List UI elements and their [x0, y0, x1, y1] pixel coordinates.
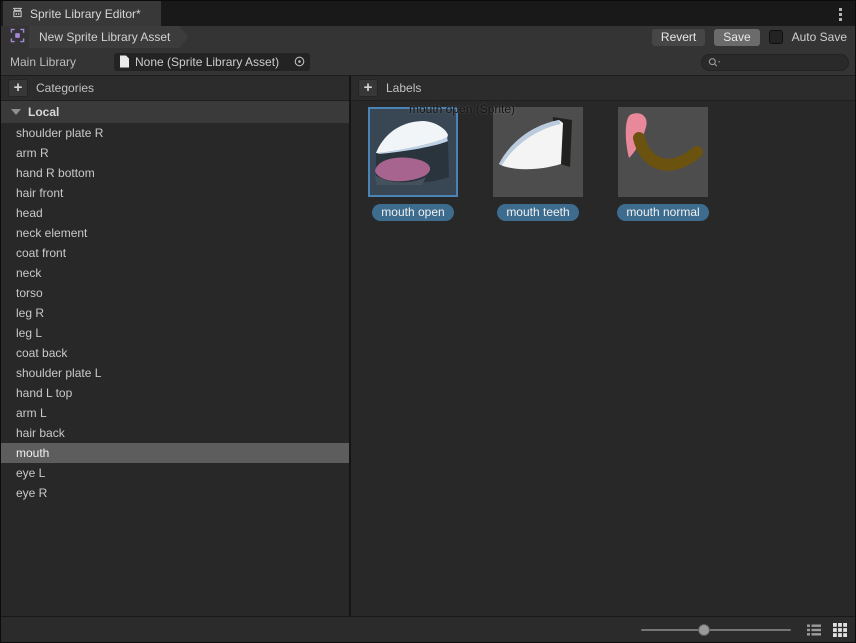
category-item-coat-front[interactable]: coat front: [1, 243, 349, 263]
labels-panel: + Labels mouth open mouth teeth mouth no…: [351, 76, 855, 616]
category-item-torso[interactable]: torso: [1, 283, 349, 303]
search-icon: [708, 57, 721, 68]
category-item-neck-element[interactable]: neck element: [1, 223, 349, 243]
category-item-eye-R[interactable]: eye R: [1, 483, 349, 503]
category-item-shoulder-plate-R[interactable]: shoulder plate R: [1, 123, 349, 143]
sprite-library-editor-window: Sprite Library Editor* New Sprite Librar…: [0, 0, 856, 643]
category-item-leg-L[interactable]: leg L: [1, 323, 349, 343]
content: + Categories Local shoulder plate Rarm R…: [1, 76, 855, 616]
toolbar: New Sprite Library Asset Revert Save Aut…: [1, 26, 855, 48]
sprite-library-icon: [11, 6, 24, 22]
auto-save-label: Auto Save: [791, 30, 847, 44]
category-item-hair-back[interactable]: hair back: [1, 423, 349, 443]
sprite-thumbnail-mouth-normal[interactable]: [618, 107, 708, 197]
label-grid: mouth open mouth teeth mouth normal: [351, 101, 855, 221]
window-menu-kebab-icon[interactable]: [833, 5, 847, 23]
labels-header-label: Labels: [386, 81, 422, 95]
sprite-thumbnail-mouth-open[interactable]: [368, 107, 458, 197]
category-item-coat-back[interactable]: coat back: [1, 343, 349, 363]
categories-header-label: Categories: [36, 81, 95, 95]
category-item-arm-L[interactable]: arm L: [1, 403, 349, 423]
search-input[interactable]: [721, 56, 842, 69]
label-item-mouth-normal[interactable]: mouth normal: [617, 107, 709, 221]
labels-header: + Labels: [351, 76, 855, 101]
label-pill[interactable]: mouth teeth: [497, 204, 579, 221]
toolbar-actions: Revert Save Auto Save: [651, 26, 847, 48]
local-group-foldout[interactable]: Local: [1, 101, 349, 123]
tab-bar: Sprite Library Editor*: [1, 1, 855, 26]
category-list: shoulder plate Rarm Rhand R bottom hair f…: [1, 123, 349, 616]
list-view-icon[interactable]: [805, 621, 822, 638]
tab-sprite-library-editor[interactable]: Sprite Library Editor*: [3, 1, 161, 26]
add-category-button[interactable]: +: [8, 79, 28, 97]
file-icon: [119, 55, 130, 68]
sprite-library-asset-icon: [10, 28, 25, 46]
foldout-arrow-icon: [11, 109, 21, 115]
category-item-hand-R-bottom[interactable]: hand R bottom: [1, 163, 349, 183]
breadcrumb-label: New Sprite Library Asset: [39, 30, 171, 44]
main-library-label: Main Library: [10, 54, 77, 69]
tab-title: Sprite Library Editor*: [30, 6, 141, 21]
category-item-neck[interactable]: neck: [1, 263, 349, 283]
local-group-label: Local: [28, 105, 60, 119]
auto-save-checkbox[interactable]: [768, 30, 783, 44]
object-field-value: None (Sprite Library Asset): [135, 54, 280, 69]
main-library-object-field[interactable]: None (Sprite Library Asset): [114, 52, 310, 71]
label-item-mouth-open[interactable]: mouth open: [368, 107, 458, 221]
search-field[interactable]: [701, 54, 849, 71]
slider-track[interactable]: [641, 628, 791, 631]
add-label-button[interactable]: +: [358, 79, 378, 97]
breadcrumb[interactable]: New Sprite Library Asset: [29, 26, 188, 48]
category-item-hair-front[interactable]: hair front: [1, 183, 349, 203]
thumbnail-size-slider[interactable]: [641, 623, 791, 637]
slider-thumb[interactable]: [697, 623, 710, 636]
categories-header: + Categories: [1, 76, 349, 101]
category-item-arm-R[interactable]: arm R: [1, 143, 349, 163]
label-pill[interactable]: mouth open: [372, 204, 454, 221]
category-item-shoulder-plate-L[interactable]: shoulder plate L: [1, 363, 349, 383]
sprite-thumbnail-mouth-teeth[interactable]: [493, 107, 583, 197]
categories-panel: + Categories Local shoulder plate Rarm R…: [1, 76, 351, 616]
category-item-mouth[interactable]: mouth: [1, 443, 349, 463]
label-item-mouth-teeth[interactable]: mouth teeth: [493, 107, 583, 221]
revert-button[interactable]: Revert: [651, 28, 706, 46]
grid-view-icon[interactable]: [831, 621, 848, 638]
label-pill[interactable]: mouth normal: [617, 204, 709, 221]
save-button[interactable]: Save: [714, 28, 760, 46]
category-item-leg-R[interactable]: leg R: [1, 303, 349, 323]
object-picker-icon[interactable]: [293, 55, 306, 68]
main-library-row: Main Library None (Sprite Library Asset): [1, 48, 855, 76]
bottom-bar: [1, 616, 855, 642]
category-item-head[interactable]: head: [1, 203, 349, 223]
category-item-hand-L-top[interactable]: hand L top: [1, 383, 349, 403]
category-item-eye-L[interactable]: eye L: [1, 463, 349, 483]
